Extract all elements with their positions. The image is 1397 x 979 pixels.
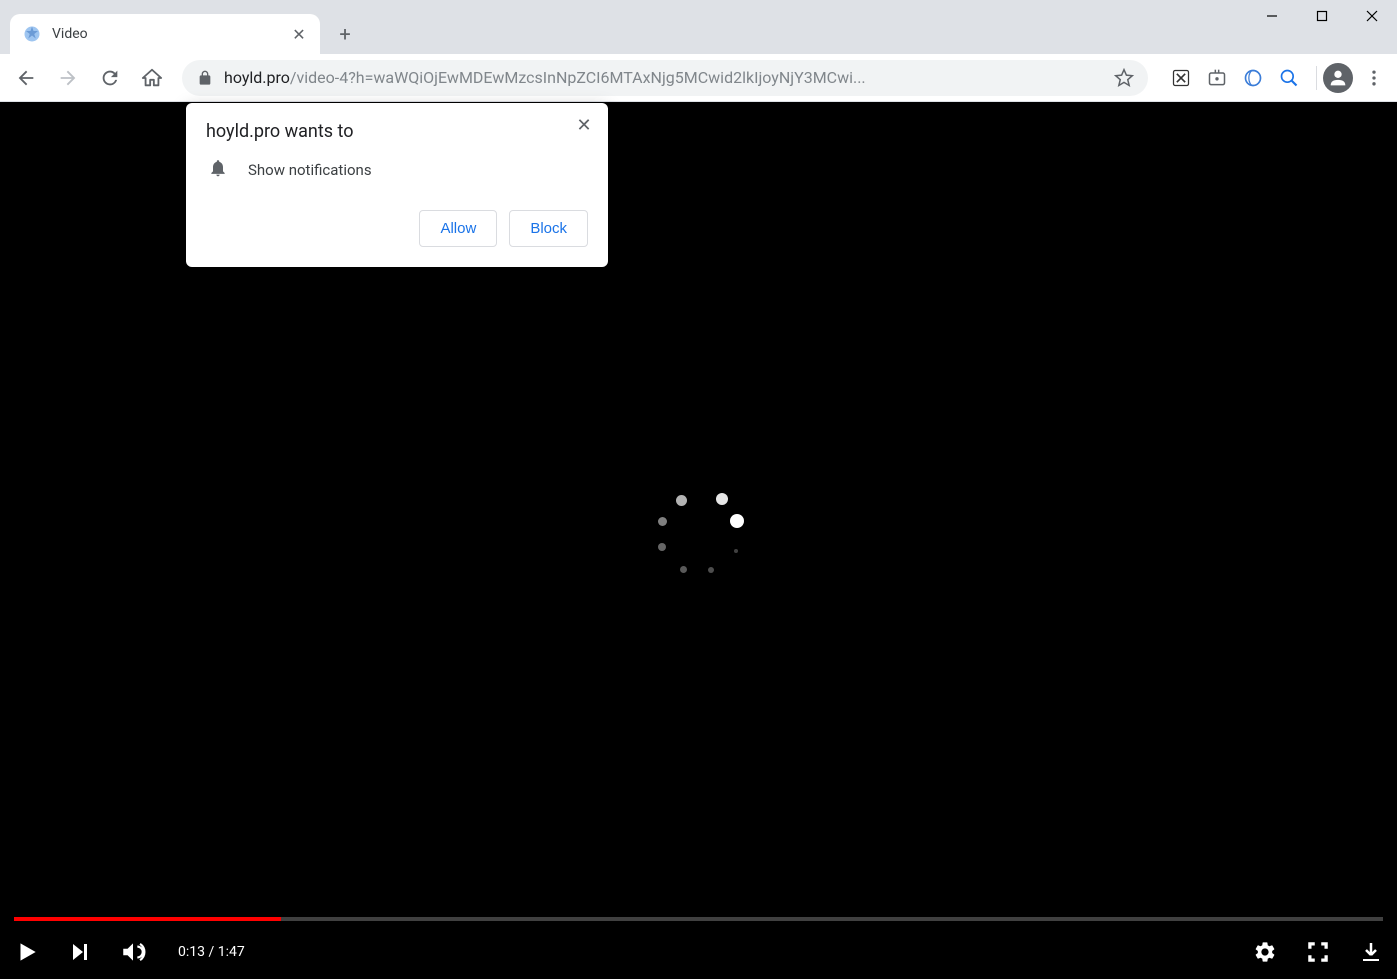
fullscreen-button[interactable]	[1305, 939, 1331, 965]
close-window-button[interactable]	[1347, 0, 1397, 32]
bell-icon	[208, 158, 228, 182]
notification-permission-popup: ✕ hoyld.pro wants to Show notifications …	[186, 103, 608, 267]
tab-close-button[interactable]: ✕	[290, 25, 308, 43]
video-controls: 0:13 / 1:47	[0, 925, 1397, 979]
time-display: 0:13 / 1:47	[178, 944, 245, 960]
extension-icon-4[interactable]	[1278, 67, 1300, 89]
profile-avatar-icon[interactable]	[1323, 63, 1353, 93]
popup-title: hoyld.pro wants to	[206, 121, 588, 142]
maximize-button[interactable]	[1297, 0, 1347, 32]
new-tab-button[interactable]: +	[330, 19, 360, 49]
url-host: hoyld.pro	[224, 68, 290, 87]
settings-button[interactable]	[1253, 940, 1277, 964]
title-bar	[0, 0, 1397, 8]
download-button[interactable]	[1359, 940, 1383, 964]
extension-icon-3[interactable]	[1242, 67, 1264, 89]
toolbar-divider	[1316, 66, 1317, 90]
tab-title: Video	[52, 26, 290, 42]
popup-close-button[interactable]: ✕	[574, 115, 594, 135]
toolbar: hoyld.pro/video-4?h=waWQiOjEwMDEwMzcsInN…	[0, 54, 1397, 102]
allow-button[interactable]: Allow	[419, 210, 497, 247]
block-button[interactable]: Block	[509, 210, 588, 247]
bookmark-star-icon[interactable]	[1114, 68, 1134, 88]
loading-spinner-icon	[654, 487, 744, 577]
video-progress-bar[interactable]	[14, 917, 1383, 921]
extension-icon-1[interactable]	[1170, 67, 1192, 89]
extension-icon-2[interactable]	[1206, 67, 1228, 89]
reload-button[interactable]	[92, 60, 128, 96]
video-progress-fill	[14, 917, 281, 921]
play-button[interactable]	[14, 939, 40, 965]
lock-icon[interactable]	[196, 69, 214, 87]
kebab-menu-icon[interactable]	[1359, 63, 1389, 93]
address-bar[interactable]: hoyld.pro/video-4?h=waWQiOjEwMDEwMzcsInN…	[182, 60, 1148, 96]
browser-tab[interactable]: Video ✕	[10, 14, 320, 54]
next-button[interactable]	[68, 940, 92, 964]
back-button[interactable]	[8, 60, 44, 96]
tab-favicon-icon	[22, 24, 42, 44]
url-text: hoyld.pro/video-4?h=waWQiOjEwMDEwMzcsInN…	[224, 68, 1114, 87]
time-separator: /	[205, 944, 218, 960]
popup-body-text: Show notifications	[248, 161, 372, 179]
tab-strip: Video ✕ +	[0, 8, 1397, 54]
extension-icons	[1170, 67, 1300, 89]
current-time: 0:13	[178, 944, 205, 960]
minimize-button[interactable]	[1247, 0, 1297, 32]
duration: 1:47	[218, 944, 245, 960]
window-controls	[1247, 0, 1397, 40]
url-path: /video-4?h=waWQiOjEwMDEwMzcsInNpZCI6MTAx…	[290, 68, 866, 87]
home-button[interactable]	[134, 60, 170, 96]
forward-button[interactable]	[50, 60, 86, 96]
volume-button[interactable]	[120, 939, 146, 965]
